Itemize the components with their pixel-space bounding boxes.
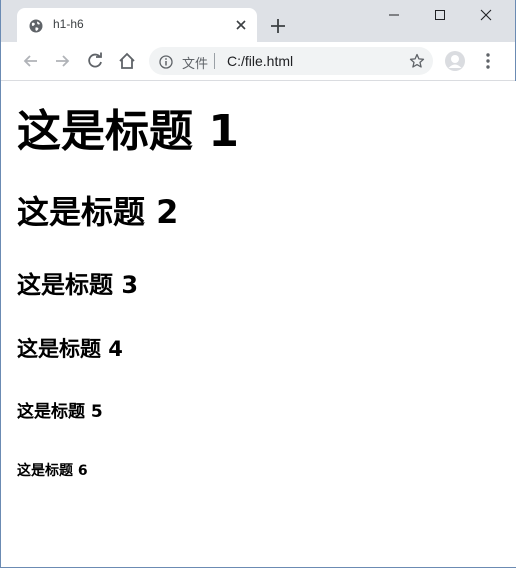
info-icon[interactable]: [159, 54, 173, 69]
tab-close-icon[interactable]: [233, 17, 249, 33]
close-icon[interactable]: [463, 0, 509, 30]
address-bar[interactable]: 文件 C:/file.html: [149, 47, 433, 75]
heading-1: 这是标题 1: [17, 106, 239, 157]
home-icon[interactable]: [117, 51, 137, 71]
browser-window: h1-h6 文件 C:/file.html 这是标题 1 这是标题 2 这是标题…: [0, 0, 516, 568]
reload-icon[interactable]: [85, 51, 105, 71]
heading-4: 这是标题 4: [17, 337, 123, 361]
omnibox-separator: [214, 53, 215, 69]
back-arrow-icon[interactable]: [21, 51, 41, 71]
bookmark-star-icon[interactable]: [409, 53, 425, 69]
minimize-icon[interactable]: [371, 0, 417, 30]
heading-5: 这是标题 5: [17, 402, 103, 422]
security-label: 文件: [182, 57, 209, 72]
browser-tab[interactable]: h1-h6: [17, 8, 257, 42]
maximize-icon[interactable]: [417, 0, 463, 30]
url-text[interactable]: C:/file.html: [227, 53, 293, 69]
globe-icon: [29, 18, 43, 33]
forward-arrow-icon[interactable]: [52, 51, 72, 71]
heading-3: 这是标题 3: [17, 271, 139, 299]
browser-toolbar: 文件 C:/file.html: [1, 42, 515, 81]
heading-2: 这是标题 2: [17, 193, 179, 231]
title-bar: h1-h6: [1, 0, 515, 42]
new-tab-plus-icon[interactable]: [269, 17, 287, 35]
profile-avatar-icon[interactable]: [445, 51, 465, 71]
menu-kebab-icon[interactable]: [483, 52, 493, 70]
heading-6: 这是标题 6: [17, 463, 88, 479]
tab-title: h1-h6: [53, 17, 84, 31]
page-content: 这是标题 1 这是标题 2 这是标题 3 这是标题 4 这是标题 5 这是标题 …: [2, 81, 516, 567]
